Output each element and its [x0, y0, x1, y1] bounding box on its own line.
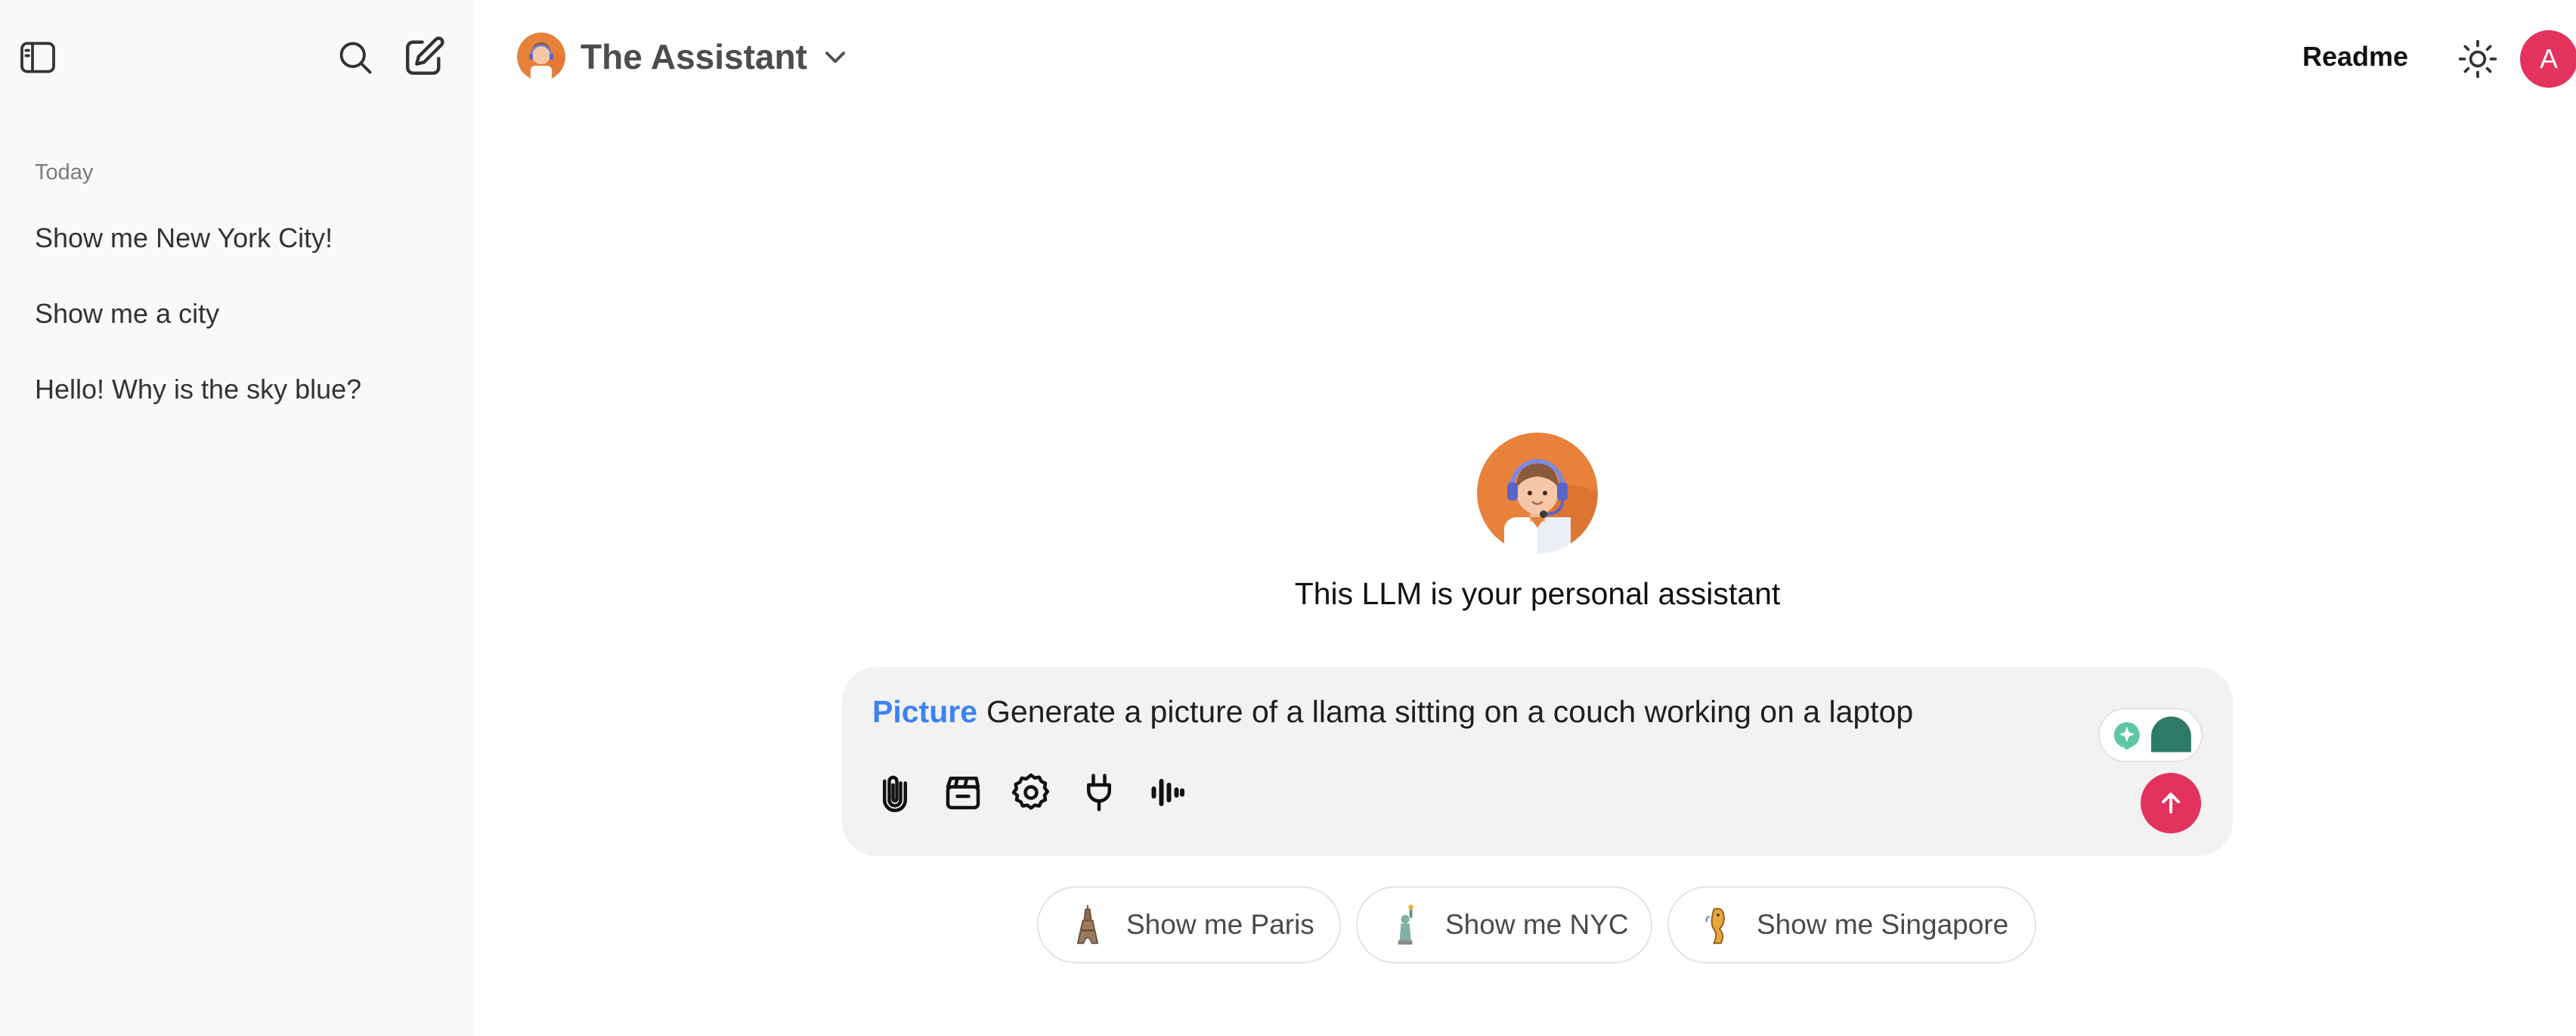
clapperboard-icon[interactable] — [940, 770, 986, 815]
mode-tag[interactable]: Picture — [872, 694, 977, 729]
plug-icon[interactable] — [1076, 770, 1122, 815]
suggestion-chip-singapore[interactable]: Show me Singapore — [1667, 886, 2036, 963]
user-avatar[interactable]: A — [2520, 30, 2576, 88]
sun-icon[interactable] — [2457, 38, 2499, 80]
assistant-description: This LLM is your personal assistant — [1294, 576, 1781, 611]
assistant-badge — [2098, 708, 2203, 762]
model-name: The Assistant — [581, 37, 807, 76]
sidebar-toggle-icon[interactable] — [17, 36, 59, 79]
section-label-today: Today — [35, 160, 94, 185]
readme-button[interactable]: Readme — [2302, 41, 2408, 73]
arrow-up-icon — [2162, 793, 2180, 814]
send-button[interactable] — [2141, 773, 2201, 833]
chat-history-item[interactable]: Show me a city — [35, 298, 219, 330]
suggestion-label: Show me Paris — [1126, 909, 1314, 940]
suggestion-label: Show me NYC — [1445, 909, 1629, 940]
assistant-avatar-icon — [517, 33, 565, 81]
statue-of-liberty-icon — [1398, 904, 1413, 945]
audio-wave-icon[interactable] — [1144, 770, 1190, 815]
eiffel-tower-icon — [1076, 904, 1099, 944]
suggestion-chip-nyc[interactable]: Show me NYC — [1356, 886, 1652, 963]
message-input[interactable]: Picture Generate a picture of a llama sit… — [872, 694, 1913, 730]
chat-history-item[interactable]: Show me New York City! — [35, 222, 333, 254]
new-chat-icon[interactable] — [402, 35, 446, 79]
suggestion-label: Show me Singapore — [1757, 909, 2009, 940]
chevron-down-icon — [825, 51, 845, 64]
suggestion-chip-paris[interactable]: Show me Paris — [1037, 886, 1341, 963]
paperclip-icon[interactable] — [872, 770, 918, 815]
chat-history-item[interactable]: Hello! Why is the sky blue? — [35, 374, 361, 405]
model-selector[interactable]: The Assistant — [517, 30, 850, 83]
message-composer[interactable]: Picture Generate a picture of a llama sit… — [842, 667, 2233, 856]
gear-icon[interactable] — [1008, 770, 1054, 815]
merlion-icon — [1705, 907, 1725, 944]
assistant-avatar-icon — [1477, 433, 1598, 554]
message-input-text: Generate a picture of a llama sitting on… — [986, 694, 1914, 729]
search-icon[interactable] — [336, 38, 375, 77]
sidebar: Today Show me New York City! Show me a c… — [0, 0, 473, 1036]
